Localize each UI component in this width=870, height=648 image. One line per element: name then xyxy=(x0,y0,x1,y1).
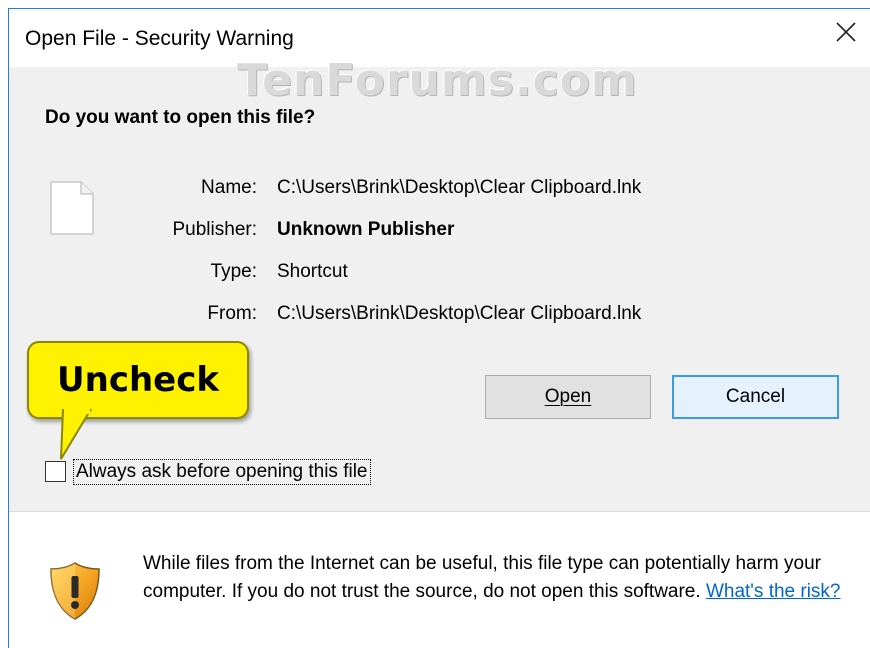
info-row-type: Type: Shortcut xyxy=(9,261,870,287)
always-ask-checkbox[interactable] xyxy=(45,461,66,482)
warning-footer: While files from the Internet can be use… xyxy=(9,512,870,648)
type-value: Shortcut xyxy=(277,261,348,282)
open-button-label: Open xyxy=(544,386,592,407)
dialog-question: Do you want to open this file? xyxy=(45,107,316,128)
name-label: Name: xyxy=(201,177,257,198)
name-value: C:\Users\Brink\Desktop\Clear Clipboard.l… xyxy=(277,177,642,198)
callout-text: Uncheck xyxy=(57,360,219,400)
window-title: Open File - Security Warning xyxy=(25,27,294,50)
uncheck-callout: Uncheck xyxy=(27,341,249,419)
publisher-value: Unknown Publisher xyxy=(277,219,455,240)
publisher-label: Publisher: xyxy=(172,219,258,240)
always-ask-label[interactable]: Always ask before opening this file xyxy=(73,459,371,485)
info-row-name: Name: C:\Users\Brink\Desktop\Clear Clipb… xyxy=(9,177,870,203)
watermark: TenForums.com xyxy=(237,55,638,106)
shield-warning-icon xyxy=(49,561,101,626)
from-value: C:\Users\Brink\Desktop\Clear Clipboard.l… xyxy=(277,303,642,324)
whats-the-risk-link[interactable]: What's the risk? xyxy=(706,581,841,602)
close-button[interactable] xyxy=(822,9,870,55)
info-row-publisher: Publisher: Unknown Publisher xyxy=(9,219,870,245)
close-icon xyxy=(836,22,856,42)
callout-pointer-icon xyxy=(60,409,93,460)
type-label: Type: xyxy=(210,261,257,282)
warning-message: While files from the Internet can be use… xyxy=(143,550,863,606)
info-row-from: From: C:\Users\Brink\Desktop\Clear Clipb… xyxy=(9,303,870,329)
cancel-button-label: Cancel xyxy=(725,386,786,407)
cancel-button[interactable]: Cancel xyxy=(672,375,839,419)
security-warning-dialog: Open File - Security Warning TenForums.c… xyxy=(8,8,870,648)
from-label: From: xyxy=(207,303,257,324)
open-button[interactable]: Open xyxy=(485,375,651,419)
